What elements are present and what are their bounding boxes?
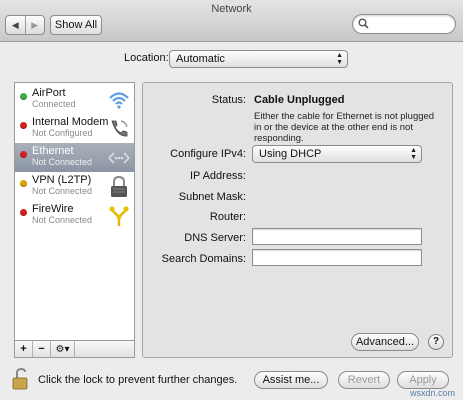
status-dot [20, 180, 27, 187]
apply-button[interactable]: Apply [397, 371, 449, 389]
status-dot [20, 209, 27, 216]
popup-arrows-icon: ▲ ▼ [336, 52, 343, 66]
location-value: Automatic [176, 53, 225, 65]
service-status: Connected [32, 99, 76, 109]
service-status: Not Connected [32, 186, 93, 196]
status-description: Either the cable for Ethernet is not plu… [254, 111, 435, 144]
assist-me-button[interactable]: Assist me... [254, 371, 328, 389]
service-name: VPN (L2TP) [32, 174, 92, 186]
configure-ipv4-value: Using DHCP [259, 148, 322, 160]
add-service-button[interactable]: + [15, 341, 33, 357]
back-button[interactable]: ◀ [6, 16, 25, 34]
service-name: AirPort [32, 87, 66, 99]
service-status: Not Connected [32, 215, 93, 225]
revert-button[interactable]: Revert [338, 371, 390, 389]
watermark-text: wsxdn.com [410, 388, 456, 398]
back-forward-control[interactable]: ◀ ▶ [5, 15, 45, 35]
subnet-mask-label: Subnet Mask: [178, 191, 246, 203]
search-field[interactable] [352, 14, 456, 34]
status-value: Cable Unplugged [254, 94, 345, 106]
status-dot [20, 151, 27, 158]
location-popup[interactable]: Automatic ▲ ▼ [169, 50, 348, 68]
show-all-button[interactable]: Show All [50, 15, 102, 35]
status-dot [20, 93, 27, 100]
title-bar: Network ◀ ▶ Show All [0, 0, 463, 42]
forward-button[interactable]: ▶ [24, 16, 45, 34]
remove-service-button[interactable]: − [33, 341, 51, 357]
ethernet-icon [108, 152, 130, 164]
status-dot [20, 122, 27, 129]
action-gear-button[interactable]: ⚙▾ [51, 341, 75, 357]
unlocked-padlock-icon[interactable] [12, 368, 30, 390]
dns-server-label: DNS Server: [184, 232, 246, 244]
service-item-ethernet[interactable]: Ethernet Not Connected [15, 143, 134, 172]
service-name: Internal Modem [32, 116, 109, 128]
firewire-icon [109, 206, 129, 226]
service-item-firewire[interactable]: FireWire Not Connected [15, 201, 134, 230]
configure-ipv4-label: Configure IPv4: [170, 148, 246, 160]
advanced-button[interactable]: Advanced... [351, 333, 419, 351]
ip-address-label: IP Address: [189, 170, 246, 182]
service-item-internal-modem[interactable]: Internal Modem Not Configured [15, 114, 134, 143]
service-status: Not Configured [32, 128, 93, 138]
help-button[interactable]: ? [428, 334, 444, 350]
service-list: AirPort Connected Internal Modem Not Con… [14, 82, 135, 358]
sidebar-toolbar: + − ⚙▾ [14, 340, 135, 358]
search-input[interactable] [371, 17, 451, 31]
status-label: Status: [211, 94, 246, 106]
location-label: Location: [124, 52, 169, 64]
phone-icon [111, 120, 128, 137]
popup-arrows-icon: ▲ ▼ [410, 147, 417, 161]
search-domains-label: Search Domains: [161, 253, 246, 265]
router-label: Router: [209, 211, 246, 223]
search-icon [358, 18, 369, 29]
configure-ipv4-popup[interactable]: Using DHCP ▲ ▼ [252, 145, 422, 163]
service-item-airport[interactable]: AirPort Connected [15, 85, 134, 114]
wifi-icon [109, 92, 129, 109]
lock-icon [111, 175, 127, 197]
service-name: FireWire [32, 203, 74, 215]
search-domains-field[interactable] [252, 249, 422, 266]
service-item-vpn[interactable]: VPN (L2TP) Not Connected [15, 172, 134, 201]
service-name: Ethernet [32, 145, 74, 157]
dns-server-field[interactable] [252, 228, 422, 245]
lock-message: Click the lock to prevent further change… [38, 374, 238, 386]
service-status: Not Connected [32, 157, 93, 167]
